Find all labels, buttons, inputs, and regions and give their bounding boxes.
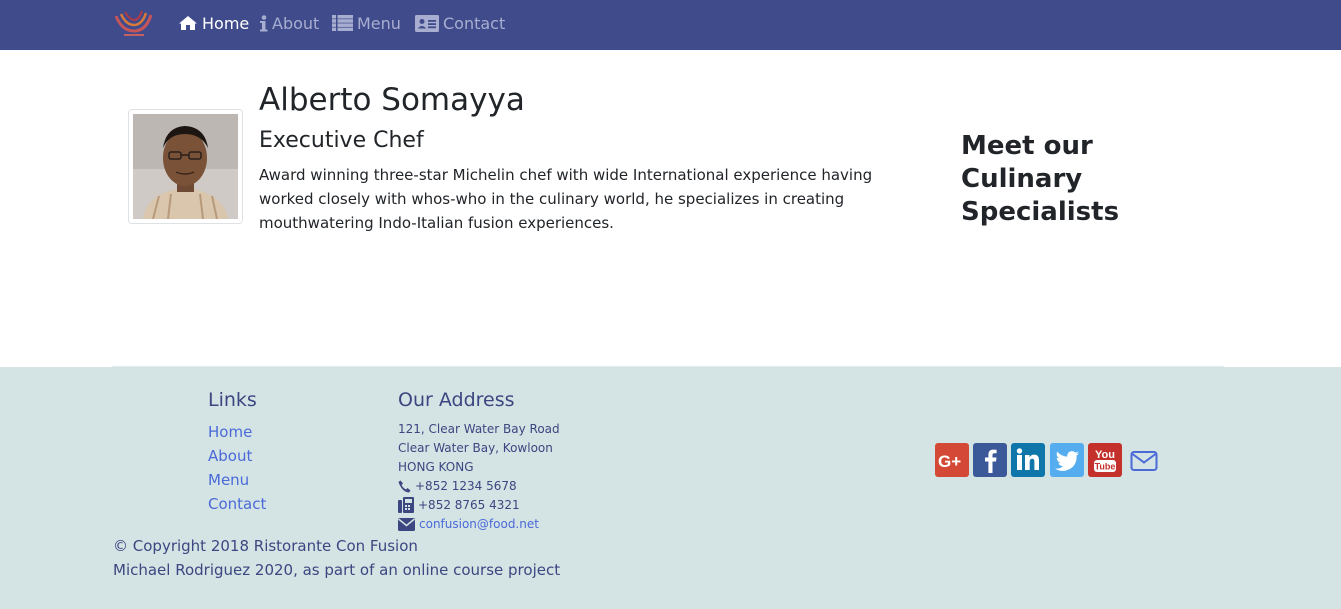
credit: Michael Rodriguez 2020, as part of an on… bbox=[113, 561, 561, 579]
restaurant-logo-icon[interactable] bbox=[112, 7, 154, 41]
envelope-icon[interactable] bbox=[1130, 449, 1158, 473]
address-line: 121, Clear Water Bay Road bbox=[398, 422, 560, 436]
nav-about-label: About bbox=[272, 13, 320, 33]
leader-description: Award winning three-star Michelin chef w… bbox=[259, 166, 873, 232]
youtube-icon[interactable]: You Tube bbox=[1088, 443, 1122, 477]
footer-link-home[interactable]: Home bbox=[208, 423, 252, 441]
address-card-icon bbox=[415, 14, 439, 32]
address-heading: Our Address bbox=[398, 389, 515, 411]
links-heading: Links bbox=[208, 389, 257, 411]
nav-menu-label: Menu bbox=[357, 13, 401, 33]
leader-photo bbox=[128, 109, 243, 224]
avatar bbox=[133, 114, 238, 219]
footer-link-menu[interactable]: Menu bbox=[208, 471, 249, 489]
svg-text:G+: G+ bbox=[938, 452, 961, 471]
footer-link-contact[interactable]: Contact bbox=[208, 495, 266, 513]
svg-text:You: You bbox=[1095, 449, 1115, 461]
linkedin-icon[interactable] bbox=[1011, 443, 1045, 477]
footer-link-about[interactable]: About bbox=[208, 447, 252, 465]
email-link[interactable]: confusion@food.net bbox=[419, 517, 539, 531]
copyright: © Copyright 2018 Ristorante Con Fusion bbox=[113, 537, 418, 555]
sidebar-heading: Meet our Culinary Specialists bbox=[961, 131, 1120, 227]
email-row: confusion@food.net bbox=[398, 517, 539, 531]
leader-designation: Executive Chef bbox=[259, 128, 424, 153]
address-line: Clear Water Bay, Kowloon bbox=[398, 441, 553, 455]
fax-icon bbox=[398, 497, 414, 513]
navbar: Home About Menu Contact bbox=[0, 0, 1341, 50]
footer-divider bbox=[112, 366, 1224, 367]
home-icon bbox=[178, 15, 198, 31]
fax-number: +852 8765 4321 bbox=[418, 498, 520, 512]
nav-home-label: Home bbox=[202, 13, 250, 33]
google-plus-icon[interactable]: G+ bbox=[935, 443, 969, 477]
facebook-icon[interactable] bbox=[973, 443, 1007, 477]
info-icon bbox=[259, 14, 268, 32]
nav-home[interactable]: Home bbox=[178, 12, 249, 34]
fax-row: +852 8765 4321 bbox=[398, 497, 520, 513]
nav-about[interactable]: About bbox=[259, 12, 319, 34]
address-line: HONG KONG bbox=[398, 460, 474, 474]
phone-row: +852 1234 5678 bbox=[398, 479, 517, 493]
twitter-icon[interactable] bbox=[1050, 443, 1084, 477]
phone-number: +852 1234 5678 bbox=[415, 479, 517, 493]
envelope-icon bbox=[398, 517, 415, 531]
list-icon bbox=[332, 15, 353, 31]
leader-name: Alberto Somayya bbox=[259, 82, 525, 118]
nav-contact[interactable]: Contact bbox=[415, 12, 505, 34]
nav-contact-label: Contact bbox=[443, 13, 506, 33]
svg-text:Tube: Tube bbox=[1095, 462, 1116, 472]
phone-icon bbox=[398, 480, 411, 493]
nav-menu[interactable]: Menu bbox=[332, 12, 401, 34]
